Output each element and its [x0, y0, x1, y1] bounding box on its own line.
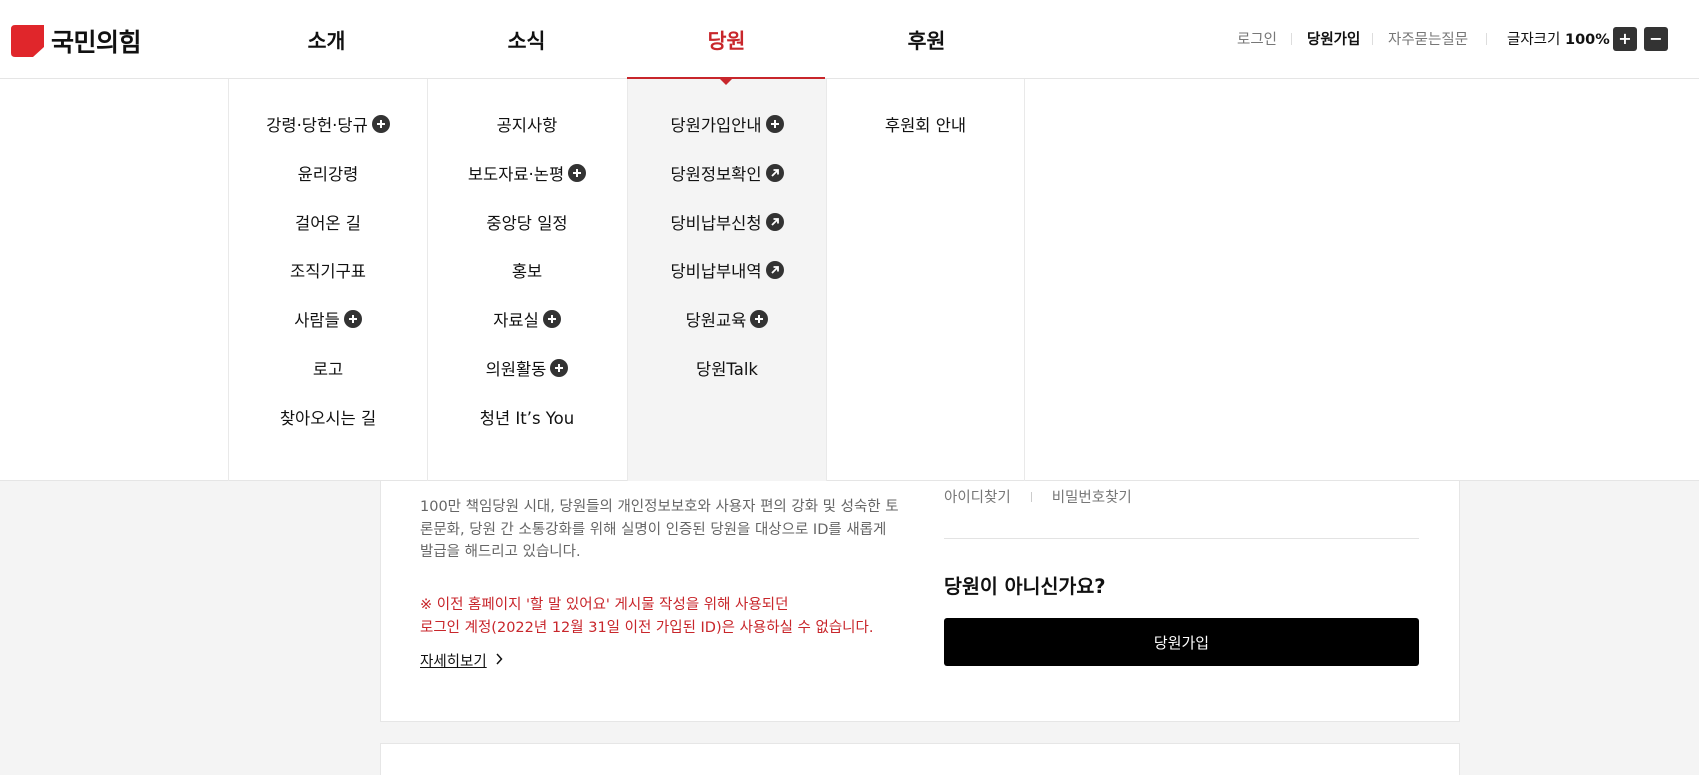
- menu-column-member: 당원가입안내 당원정보확인 당비납부신청 당비납부내역 당원교육 당원Talk: [627, 79, 826, 481]
- mega-menu: 강령·당헌·당규 윤리강령 걸어온 길 조직기구표 사람들 로고 찾아오시는 길…: [0, 79, 1699, 481]
- menu-item-dues-history[interactable]: 당비납부내역: [628, 258, 826, 282]
- join-member-button[interactable]: 당원가입: [944, 618, 1419, 666]
- find-id-link[interactable]: 아이디찾기: [944, 486, 1011, 507]
- menu-item-platform[interactable]: 강령·당헌·당규: [229, 112, 427, 136]
- warning-line-2: 로그인 계정(2022년 12월 31일 이전 가입된 ID)은 사용하실 수 …: [420, 619, 874, 636]
- nav-member[interactable]: 당원: [627, 24, 826, 54]
- more-link[interactable]: 자세히보기: [420, 650, 503, 671]
- menu-item-dues-apply[interactable]: 당비납부신청: [628, 210, 826, 234]
- divider: [1030, 491, 1032, 502]
- menu-item-label: 찾아오시는 길: [279, 409, 377, 428]
- menu-item-schedule[interactable]: 중앙당 일정: [428, 210, 626, 234]
- menu-item-label: 강령·당헌·당규: [266, 116, 368, 135]
- login-link[interactable]: 로그인: [1237, 28, 1277, 49]
- nav-intro[interactable]: 소개: [227, 24, 426, 54]
- menu-item-label: 청년 It’s You: [479, 409, 575, 428]
- plus-circle-icon: [542, 310, 561, 328]
- font-size-label: 글자크기: [1507, 32, 1561, 48]
- plus-circle-icon: [750, 310, 769, 328]
- member-id-description: 100만 책임당원 시대, 당원들의 개인정보보호와 사용자 편의 강화 및 성…: [420, 499, 899, 560]
- menu-item-member-education[interactable]: 당원교육: [628, 307, 826, 331]
- menu-item-history[interactable]: 걸어온 길: [229, 210, 427, 234]
- external-link-icon: [765, 213, 784, 231]
- menu-item-label: 로고: [312, 360, 344, 379]
- menu-item-label: 당비납부내역: [670, 262, 762, 281]
- menu-item-press[interactable]: 보도자료·논평: [428, 161, 626, 185]
- legacy-account-warning: ※ 이전 홈페이지 '할 말 있어요' 게시물 작성을 위해 사용되던 로그인 …: [420, 594, 920, 639]
- menu-item-label: 당원Talk: [696, 360, 758, 379]
- external-link-icon: [765, 261, 784, 279]
- active-nav-caret-icon: [720, 79, 732, 85]
- menu-item-logo[interactable]: 로고: [229, 356, 427, 380]
- font-size-decrease-button[interactable]: −: [1644, 27, 1668, 51]
- menu-item-label: 공지사항: [496, 116, 558, 135]
- menu-item-archive[interactable]: 자료실: [428, 307, 626, 331]
- plus-circle-icon: [568, 164, 587, 182]
- account-find-links: 아이디찾기 비밀번호찾기: [944, 486, 1132, 507]
- menu-item-support-guide[interactable]: 후원회 안내: [827, 112, 1024, 136]
- menu-item-ethics[interactable]: 윤리강령: [229, 161, 427, 185]
- menu-item-label: 조직기구표: [290, 262, 366, 281]
- menu-item-label: 당원정보확인: [670, 165, 762, 184]
- font-size-increase-button[interactable]: +: [1613, 27, 1637, 51]
- divider: [944, 538, 1419, 539]
- menu-item-label: 당원교육: [685, 311, 747, 330]
- plus-circle-icon: [343, 310, 362, 328]
- menu-item-org-chart[interactable]: 조직기구표: [229, 258, 427, 282]
- plus-circle-icon: [371, 115, 390, 133]
- menu-item-label: 자료실: [493, 311, 539, 330]
- join-link[interactable]: 당원가입: [1307, 28, 1360, 49]
- menu-item-label: 사람들: [294, 311, 340, 330]
- menu-item-member-talk[interactable]: 당원Talk: [628, 356, 826, 380]
- nav-news[interactable]: 소식: [427, 24, 626, 54]
- menu-item-directions[interactable]: 찾아오시는 길: [229, 405, 427, 429]
- menu-item-lawmaker-activity[interactable]: 의원활동: [428, 356, 626, 380]
- logo-text: 국민의힘: [51, 28, 142, 57]
- more-link-label: 자세히보기: [420, 654, 487, 670]
- faq-link[interactable]: 자주묻는질문: [1388, 28, 1468, 49]
- divider: [1372, 33, 1373, 45]
- chevron-right-icon: [495, 652, 503, 669]
- divider: [1291, 33, 1292, 45]
- not-member-heading: 당원이 아니신가요?: [944, 575, 1106, 598]
- menu-item-notices[interactable]: 공지사항: [428, 112, 626, 136]
- find-password-link[interactable]: 비밀번호찾기: [1052, 486, 1132, 507]
- menu-item-label: 당비납부신청: [670, 214, 762, 233]
- warning-line-1: ※ 이전 홈페이지 '할 말 있어요' 게시물 작성을 위해 사용되던: [420, 597, 789, 613]
- menu-item-label: 보도자료·논평: [467, 165, 565, 184]
- font-size-control: 글자크기 100%: [1507, 28, 1610, 49]
- menu-item-label: 걸어온 길: [295, 214, 361, 233]
- menu-column-news: 공지사항 보도자료·논평 중앙당 일정 홍보 자료실 의원활동 청년 It’s …: [427, 79, 626, 481]
- menu-column-support: 후원회 안내: [826, 79, 1025, 481]
- menu-item-youth[interactable]: 청년 It’s You: [428, 405, 626, 429]
- external-link-icon: [765, 164, 784, 182]
- party-logo-icon: [11, 25, 44, 57]
- site-header: 국민의힘 소개 소식 당원 후원 로그인 당원가입 자주묻는질문 글자크기 10…: [0, 0, 1699, 79]
- menu-item-label: 중앙당 일정: [486, 214, 568, 233]
- plus-circle-icon: [550, 359, 569, 377]
- site-logo[interactable]: 국민의힘: [11, 23, 142, 59]
- menu-item-label: 당원가입안내: [670, 116, 762, 135]
- menu-item-label: 윤리강령: [297, 165, 359, 184]
- font-size-value: 100%: [1564, 32, 1610, 48]
- menu-item-label: 홍보: [511, 262, 543, 281]
- nav-support[interactable]: 후원: [827, 24, 1026, 54]
- menu-item-member-info[interactable]: 당원정보확인: [628, 161, 826, 185]
- menu-item-promotion[interactable]: 홍보: [428, 258, 626, 282]
- next-card: [380, 743, 1460, 775]
- divider: [1486, 33, 1487, 45]
- menu-item-label: 의원활동: [485, 360, 547, 379]
- plus-circle-icon: [765, 115, 784, 133]
- menu-column-intro: 강령·당헌·당규 윤리강령 걸어온 길 조직기구표 사람들 로고 찾아오시는 길: [228, 79, 427, 481]
- menu-item-join-guide[interactable]: 당원가입안내: [628, 112, 826, 136]
- menu-item-label: 후원회 안내: [884, 116, 967, 135]
- menu-item-people[interactable]: 사람들: [229, 307, 427, 331]
